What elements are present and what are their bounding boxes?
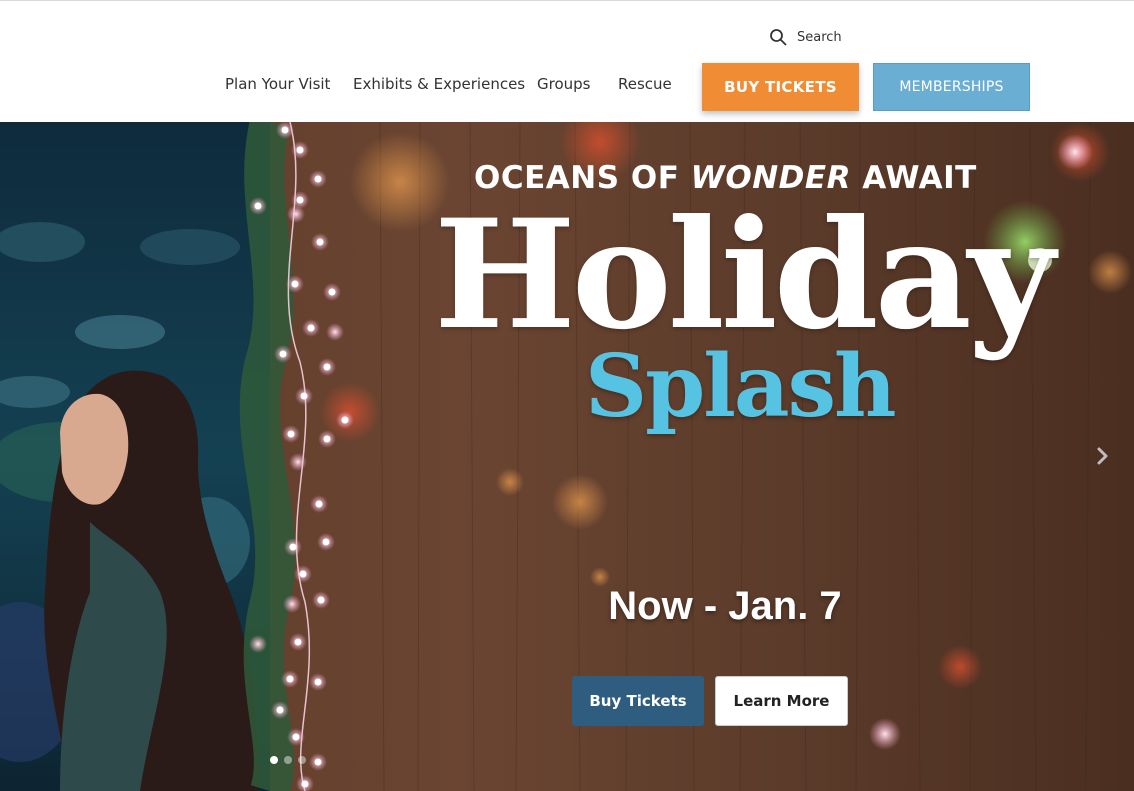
search-link[interactable]: Search [769,25,842,49]
memberships-button[interactable]: MEMBERSHIPS [873,63,1030,111]
hero-subtitle: Splash [585,336,897,437]
nav-groups[interactable]: Groups [537,75,590,93]
nav-rescue[interactable]: Rescue [618,75,672,93]
hero-dates: Now - Jan. 7 [608,584,842,628]
site-header: Search Plan Your Visit Exhibits & Experi… [0,0,1134,122]
carousel-dot-2[interactable] [284,756,292,764]
nav-exhibits-experiences[interactable]: Exhibits & Experiences [353,75,525,93]
hero-carousel: OCEANS OF WONDER AWAIT Holiday Splash No… [0,122,1134,791]
hero-buy-tickets-button[interactable]: Buy Tickets [572,676,704,726]
carousel-dot-1[interactable] [270,756,278,764]
hero-learn-more-button[interactable]: Learn More [715,676,848,726]
buy-tickets-button[interactable]: BUY TICKETS [702,63,859,111]
search-icon [770,29,787,46]
nav-plan-your-visit[interactable]: Plan Your Visit [225,75,330,93]
search-label: Search [797,29,842,45]
carousel-dot-3[interactable] [298,756,306,764]
carousel-next-arrow-icon[interactable] [1093,444,1113,468]
carousel-dots [270,756,306,764]
hero-title: Holiday [434,187,1055,363]
